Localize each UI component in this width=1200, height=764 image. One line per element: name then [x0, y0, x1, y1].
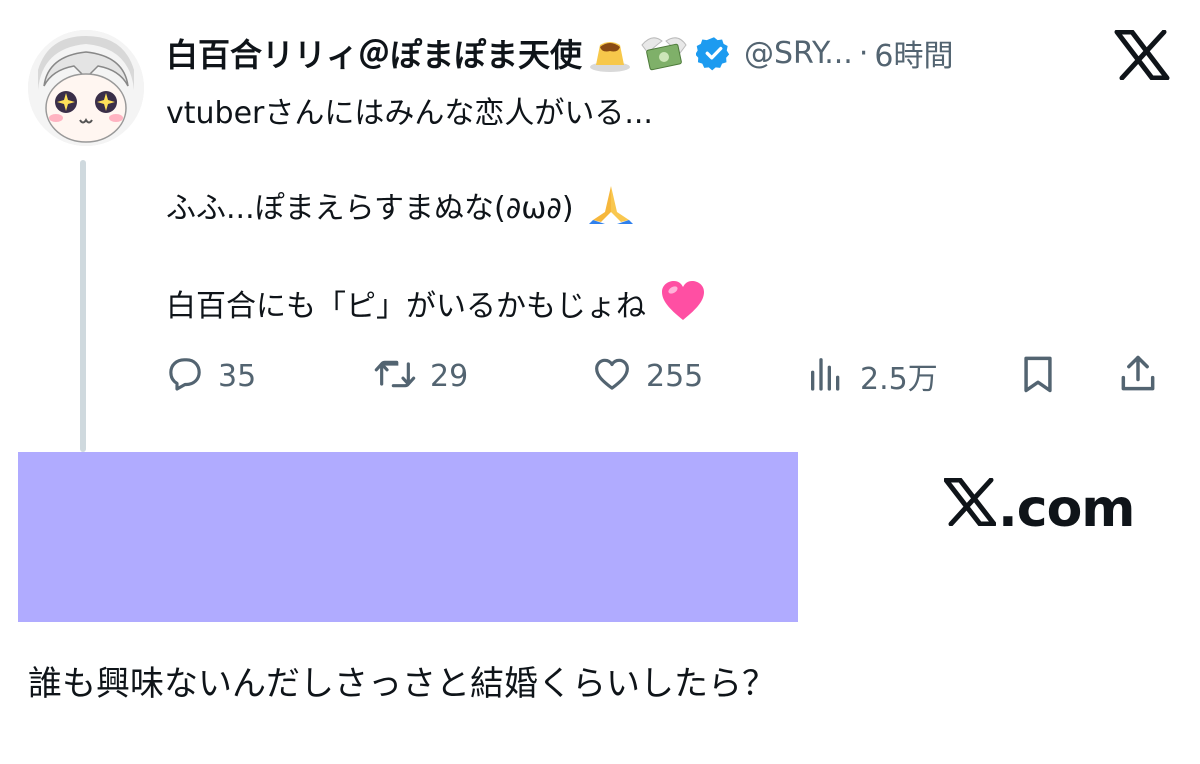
- retweet-count: 29: [430, 358, 469, 394]
- x-brand-logo-icon: [943, 477, 997, 539]
- share-icon: [1116, 352, 1160, 400]
- like-count: 255: [646, 358, 704, 394]
- bookmark-icon: [1016, 352, 1060, 400]
- handle[interactable]: @SRY...: [744, 36, 853, 71]
- tweet-text-line-3: 白百合にも「ピ」がいるかもじょね: [166, 280, 706, 330]
- reply-icon: [164, 354, 206, 398]
- site-label: .com: [998, 478, 1135, 539]
- avatar[interactable]: [28, 30, 144, 146]
- pink-heart-emoji-icon: [660, 280, 706, 330]
- like-button[interactable]: 255: [590, 348, 703, 404]
- x-logo-icon[interactable]: [1114, 29, 1170, 81]
- verified-badge-icon: [696, 35, 732, 71]
- pudding-emoji-icon: [588, 33, 632, 73]
- redaction-box: [18, 452, 798, 622]
- analytics-icon: [804, 354, 848, 398]
- reply-button[interactable]: 35: [164, 348, 256, 404]
- caption-text: 誰も興味ないんだしさっさと結婚くらいしたら？: [28, 664, 776, 704]
- x-com-brand: .com: [943, 477, 1135, 539]
- folded-hands-emoji-icon: [587, 182, 635, 232]
- heart-icon: [590, 354, 634, 398]
- views-button[interactable]: 2.5万: [804, 348, 938, 404]
- separator-dot: ·: [858, 35, 869, 71]
- timestamp[interactable]: 6時間: [874, 31, 953, 75]
- thread-line: [80, 160, 86, 452]
- retweet-icon: [372, 354, 418, 398]
- tweet-header: 白百合リリィ＠ぽまぽま天使 @SRY... · 6時間: [166, 24, 1090, 82]
- bookmark-button[interactable]: [1016, 348, 1060, 404]
- tweet-text-line-2: ふふ...ぽまえらすまぬな(∂ω∂): [166, 182, 635, 232]
- reply-count: 35: [218, 358, 257, 394]
- retweet-button[interactable]: 29: [372, 348, 468, 404]
- tweet-text-line-1: vtuberさんにはみんな恋人がいる...: [166, 96, 653, 131]
- views-count: 2.5万: [860, 362, 938, 397]
- money-with-wings-emoji-icon: [638, 31, 690, 75]
- action-bar: 35 29 255 2.5万: [160, 348, 1170, 404]
- display-name[interactable]: 白百合リリィ＠ぽまぽま天使: [166, 30, 582, 76]
- share-button[interactable]: [1116, 348, 1160, 404]
